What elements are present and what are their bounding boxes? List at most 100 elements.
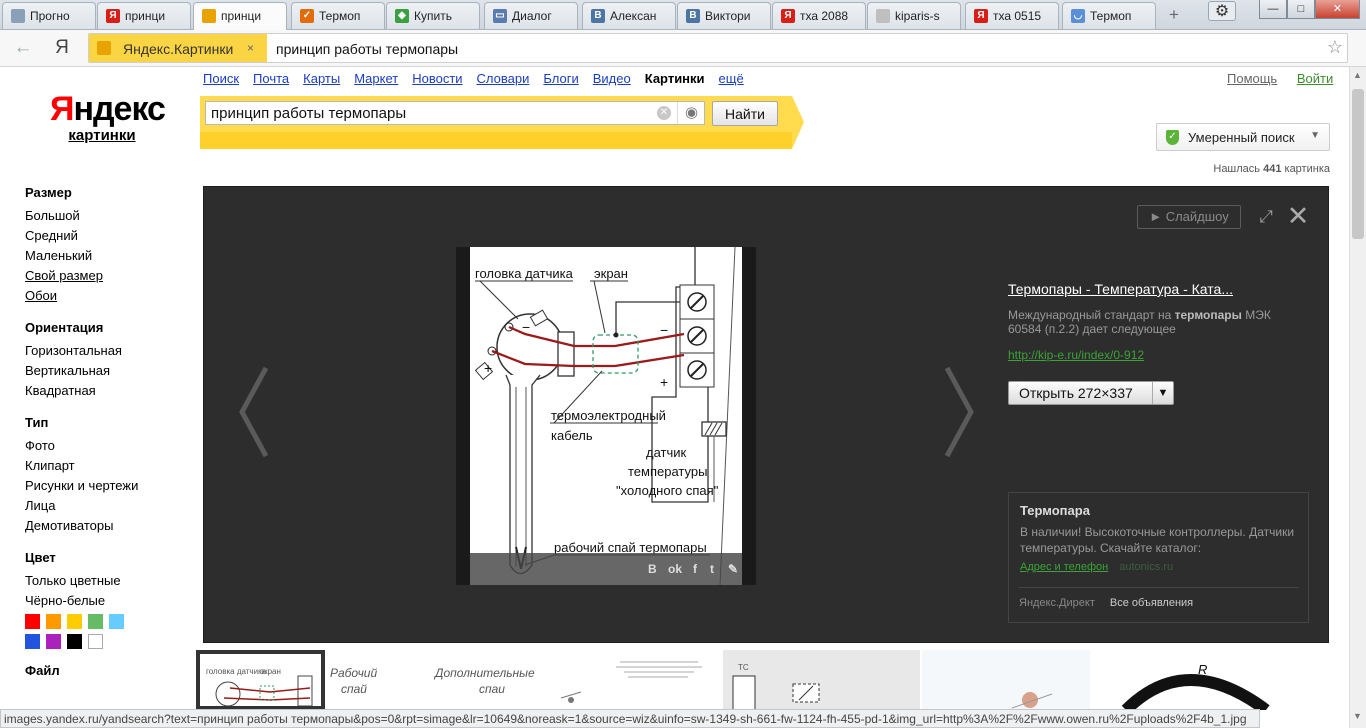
browser-tab-10[interactable]: kiparis-s xyxy=(867,2,961,29)
browser-tab-9[interactable]: Ятха 2088 xyxy=(772,2,866,29)
browser-tab-2[interactable]: Япринци xyxy=(97,2,191,29)
close-window-button[interactable]: ✕ xyxy=(1315,0,1360,19)
open-image-button[interactable]: Открыть 272×337 ▼ xyxy=(1008,381,1174,405)
thumbnail-3[interactable]: Дополнительные спаи xyxy=(421,650,584,710)
search-button[interactable]: Найти xyxy=(712,101,778,126)
filter-option[interactable]: Маленький xyxy=(25,246,195,266)
slideshow-button[interactable]: ► Слайдшоу xyxy=(1137,205,1241,229)
back-arrow-icon[interactable]: ← xyxy=(10,36,36,60)
color-swatch[interactable] xyxy=(109,614,124,629)
filter-option[interactable]: Лица xyxy=(25,496,195,516)
safe-search-dropdown[interactable]: ✓ Умеренный поиск ▼ xyxy=(1156,123,1330,151)
scrollbar-thumb[interactable] xyxy=(1352,89,1364,239)
color-swatch[interactable] xyxy=(25,614,40,629)
ad-footer: Яндекс.Директ Все объявления xyxy=(1019,587,1299,609)
filter-option[interactable]: Горизонтальная xyxy=(25,341,195,361)
color-swatch[interactable] xyxy=(46,634,61,649)
nav-link[interactable]: Словари xyxy=(477,71,530,86)
thermocouple-diagram-image[interactable]: головка датчика экран − + − + термоэлект… xyxy=(470,247,742,585)
yandex-direct-label[interactable]: Яндекс.Директ xyxy=(1019,597,1095,609)
thumbnail-4[interactable] xyxy=(598,650,720,710)
badge-close-icon[interactable]: × xyxy=(247,41,254,55)
close-viewer-icon[interactable]: ✕ xyxy=(1286,203,1310,230)
twitter-share-icon[interactable]: t xyxy=(710,562,714,576)
filter-option[interactable]: Рисунки и чертежи xyxy=(25,476,195,496)
filter-option[interactable]: Свой размер xyxy=(25,266,195,286)
filter-option[interactable]: Обои xyxy=(25,286,195,306)
thumbnail-6[interactable] xyxy=(922,650,1090,710)
thumbnail-selected[interactable]: головка датчика экран xyxy=(196,650,325,710)
camera-search-icon[interactable]: ◉ xyxy=(677,102,705,124)
browser-tab-4[interactable]: ✓ Термоп xyxy=(291,2,385,29)
facebook-share-icon[interactable]: f xyxy=(693,562,697,576)
filter-heading: Ориентация xyxy=(25,320,104,335)
maximize-button[interactable]: □ xyxy=(1287,0,1315,19)
filter-option[interactable]: Средний xyxy=(25,226,195,246)
nav-link[interactable]: Блоги xyxy=(543,71,578,86)
fullscreen-icon[interactable]: ⤢ xyxy=(1256,207,1276,227)
site-badge[interactable]: Яндекс.Картинки × xyxy=(89,34,267,62)
edit-share-icon[interactable]: ✎ xyxy=(728,562,738,576)
browser-tab-7[interactable]: B Алексан xyxy=(582,2,676,29)
yandex-images-logo[interactable]: Яндекс картинки xyxy=(50,90,166,144)
filter-option[interactable]: Демотиваторы xyxy=(25,516,195,536)
nav-link[interactable]: Почта xyxy=(253,71,289,86)
nav-link[interactable]: Маркет xyxy=(354,71,398,86)
url-query-text[interactable]: принцип работы термопары xyxy=(276,41,458,57)
new-tab-button[interactable]: + xyxy=(1162,4,1186,26)
nav-link[interactable]: Новости xyxy=(412,71,462,86)
nav-link[interactable]: Видео xyxy=(593,71,631,86)
thumbnail-2[interactable]: Рабочий спай xyxy=(329,650,415,710)
browser-tab-5[interactable]: ◆ Купить xyxy=(386,2,480,29)
search-input[interactable] xyxy=(205,101,705,125)
browser-tab-1[interactable]: Прогно xyxy=(2,2,96,29)
ad-title[interactable]: Термопара xyxy=(1020,503,1297,518)
browser-tab-12[interactable]: ◡ Термоп xyxy=(1062,2,1156,29)
url-field[interactable]: Яндекс.Картинки × принцип работы термопа… xyxy=(88,33,1348,63)
login-link[interactable]: Войти xyxy=(1297,71,1333,86)
source-page-title-link[interactable]: Термопары - Температура - Ката... xyxy=(1008,281,1308,297)
nav-more-link[interactable]: ещё xyxy=(719,71,744,86)
tab-label: Виктори xyxy=(705,9,751,23)
filter-option[interactable]: Фото xyxy=(25,436,195,456)
yandex-browser-logo[interactable]: Я xyxy=(50,36,74,60)
size-dropdown-arrow-icon[interactable]: ▼ xyxy=(1152,382,1173,404)
browser-tab-6[interactable]: ▭ Диалог xyxy=(484,2,578,29)
previous-image-arrow-icon[interactable] xyxy=(234,362,274,462)
scroll-up-arrow-icon[interactable]: ▲ xyxy=(1353,70,1362,80)
help-link[interactable]: Помощь xyxy=(1227,71,1277,86)
page-scrollbar[interactable]: ▲ ▼ xyxy=(1349,67,1366,728)
browser-tab-8[interactable]: B Виктори xyxy=(677,2,771,29)
vk-share-icon[interactable]: В xyxy=(648,562,657,576)
ad-address-link[interactable]: Адрес и телефон xyxy=(1020,561,1108,573)
color-swatch[interactable] xyxy=(67,634,82,649)
minimize-button[interactable]: — xyxy=(1259,0,1287,19)
color-swatch[interactable] xyxy=(88,634,103,649)
filter-option[interactable]: Клипарт xyxy=(25,456,195,476)
scroll-down-arrow-icon[interactable]: ▼ xyxy=(1353,711,1362,721)
color-swatch[interactable] xyxy=(46,614,61,629)
thumbnail-7[interactable]: R xyxy=(1096,650,1296,710)
browser-tab-3[interactable]: принци xyxy=(193,2,287,30)
filter-option[interactable]: Большой xyxy=(25,206,195,226)
bookmark-star-icon[interactable]: ☆ xyxy=(1327,37,1343,58)
filter-option[interactable]: Вертикальная xyxy=(25,361,195,381)
filter-option[interactable]: Чёрно-белые xyxy=(25,591,195,611)
source-url-link[interactable]: http://kip-e.ru/index/0-912 xyxy=(1008,348,1308,362)
browser-tab-11[interactable]: Ятха 0515 xyxy=(965,2,1059,29)
nav-link[interactable]: Карты xyxy=(303,71,340,86)
color-swatch[interactable] xyxy=(67,614,82,629)
filter-option[interactable]: Квадратная xyxy=(25,381,195,401)
thumbnail-5[interactable]: ТС xyxy=(723,650,920,710)
clear-search-icon[interactable]: ✕ xyxy=(657,106,671,120)
images-service-link[interactable]: картинки xyxy=(50,128,154,144)
color-swatch[interactable] xyxy=(25,634,40,649)
next-image-arrow-icon[interactable] xyxy=(939,362,979,462)
odnoklassniki-share-icon[interactable]: ok xyxy=(668,562,682,576)
color-swatch[interactable] xyxy=(88,614,103,629)
yandex-logo-text[interactable]: Яндекс xyxy=(50,90,166,128)
nav-link[interactable]: Поиск xyxy=(203,71,239,86)
browser-settings-icon[interactable]: ⚙ xyxy=(1208,1,1236,21)
all-ads-link[interactable]: Все объявления xyxy=(1110,597,1193,609)
filter-option[interactable]: Только цветные xyxy=(25,571,195,591)
